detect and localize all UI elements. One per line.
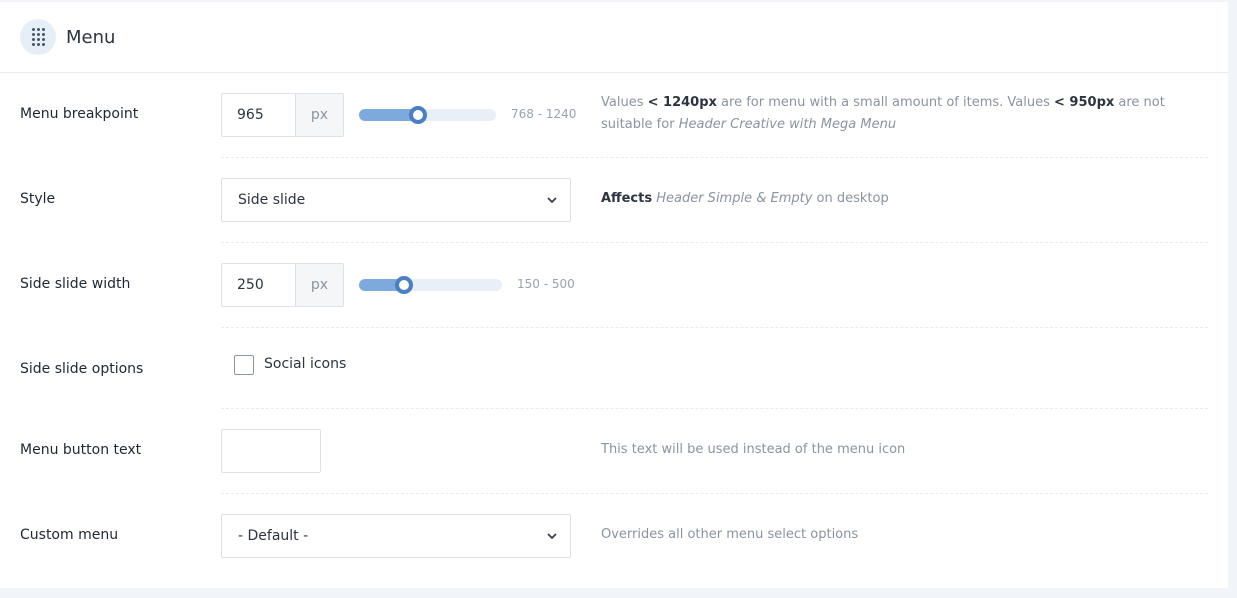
- menu-breakpoint-range: 768 - 1240: [511, 107, 577, 121]
- side-slide-width-label: Side slide width: [20, 276, 131, 292]
- style-label: Style: [20, 191, 56, 207]
- menu-breakpoint-description: Values < 1240px are for menu with a smal…: [601, 95, 1165, 132]
- custom-menu-description: Overrides all other menu select options: [601, 527, 859, 542]
- social-icons-label[interactable]: Social icons: [264, 356, 346, 372]
- custom-menu-select-value: - Default -: [238, 528, 309, 544]
- custom-menu-select[interactable]: - Default -: [221, 514, 571, 558]
- menu-button-text-label: Menu button text: [20, 442, 142, 458]
- side-slide-options-label: Side slide options: [20, 361, 144, 377]
- side-slide-width-number-field[interactable]: 250 px: [221, 263, 344, 307]
- chevron-down-icon: [547, 533, 557, 540]
- chevron-down-icon: [547, 197, 557, 204]
- style-description: Affects Header Simple & Empty on desktop: [601, 191, 889, 206]
- menu-button-text-description: This text will be used instead of the me…: [601, 442, 906, 457]
- divider: [221, 157, 1208, 158]
- menu-breakpoint-unit: px: [296, 94, 343, 136]
- panel-title: Menu: [66, 26, 116, 48]
- menu-button-text-input[interactable]: [221, 429, 321, 473]
- custom-menu-label: Custom menu: [20, 527, 119, 543]
- menu-breakpoint-value[interactable]: 965: [222, 94, 296, 136]
- menu-breakpoint-slider-thumb[interactable]: [408, 106, 427, 124]
- divider: [221, 242, 1208, 243]
- social-icons-checkbox[interactable]: [234, 355, 254, 375]
- side-slide-width-range: 150 - 500: [517, 277, 575, 291]
- drag-grip-icon[interactable]: [20, 19, 56, 55]
- divider: [221, 493, 1208, 494]
- side-slide-width-unit: px: [296, 264, 343, 306]
- menu-breakpoint-slider[interactable]: [359, 106, 496, 124]
- panel-header: Menu: [0, 2, 1228, 73]
- side-slide-width-slider[interactable]: [359, 276, 502, 294]
- side-slide-width-slider-thumb[interactable]: [394, 276, 413, 294]
- style-select[interactable]: Side slide: [221, 178, 571, 222]
- style-select-value: Side slide: [238, 192, 306, 208]
- divider: [221, 327, 1208, 328]
- menu-breakpoint-label: Menu breakpoint: [20, 106, 139, 122]
- menu-breakpoint-number-field[interactable]: 965 px: [221, 93, 344, 137]
- menu-settings-panel: Menu Menu breakpoint 965 px 768 - 1240 V…: [0, 2, 1228, 588]
- divider: [221, 408, 1208, 409]
- side-slide-width-value[interactable]: 250: [222, 264, 296, 306]
